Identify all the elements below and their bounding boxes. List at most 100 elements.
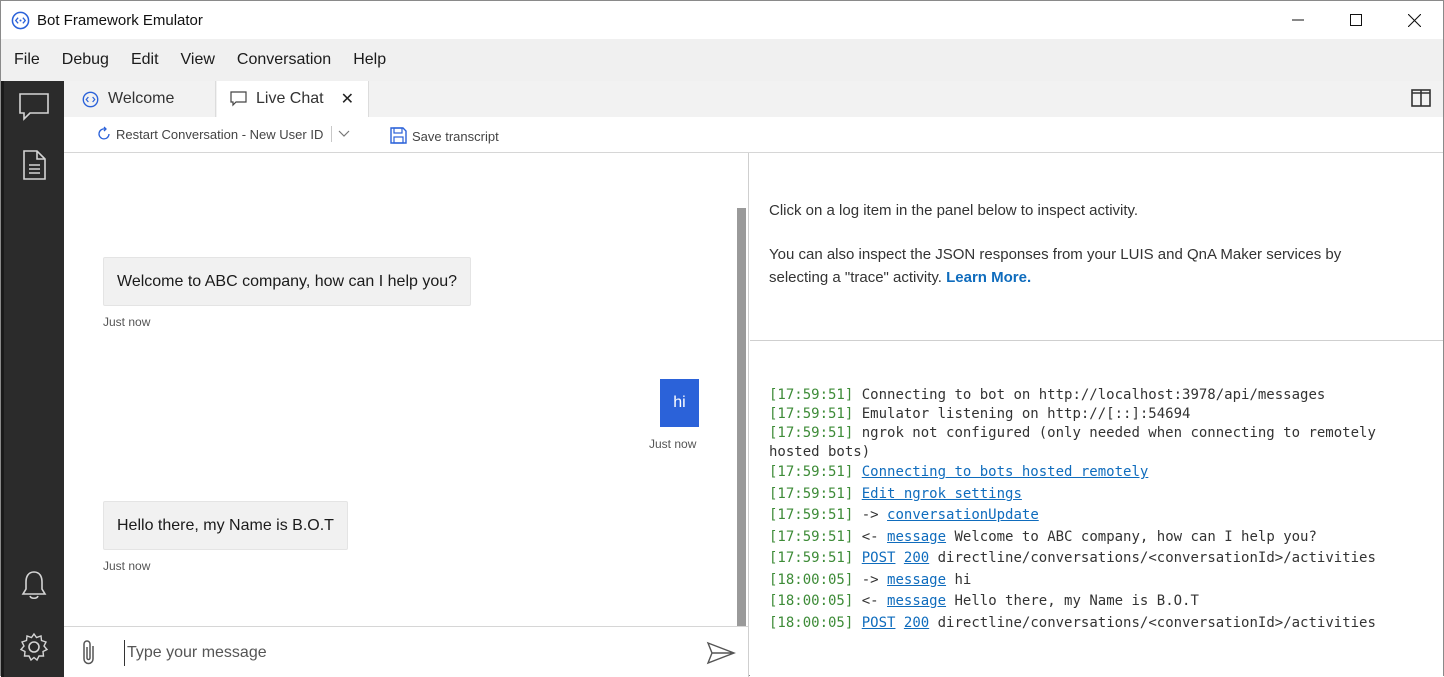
log-link[interactable]: message xyxy=(887,593,946,609)
restart-conversation-button[interactable]: Restart Conversation - New User ID xyxy=(96,126,350,142)
close-icon xyxy=(1407,13,1421,27)
document-icon xyxy=(23,150,46,180)
tab-welcome[interactable]: Welcome xyxy=(66,81,216,117)
log-direction: <- xyxy=(861,593,879,609)
bot-message-text: Hello there, my Name is B.O.T xyxy=(117,516,334,534)
log-text: Hello there, my Name is B.O.T xyxy=(954,593,1199,609)
log-entry[interactable]: [17:59:51] Connecting to bots hosted rem… xyxy=(769,464,1148,480)
chat-pane: Welcome to ABC company, how can I help y… xyxy=(64,153,749,677)
activity-notifications-button[interactable] xyxy=(16,567,52,603)
tab-close-button[interactable]: ✕ xyxy=(341,89,354,109)
menu-view[interactable]: View xyxy=(170,51,226,69)
log-pane: [17:59:51] Connecting to bot on http://l… xyxy=(750,342,1443,677)
minimize-button[interactable] xyxy=(1269,1,1327,39)
activity-chat-button[interactable] xyxy=(16,89,52,125)
log-text: hosted bots) xyxy=(769,444,871,460)
message-input[interactable] xyxy=(124,640,684,666)
close-window-button[interactable] xyxy=(1385,1,1443,39)
learn-more-link[interactable]: Learn More. xyxy=(946,269,1031,286)
log-timestamp: [17:59:51] xyxy=(769,406,854,422)
log-entry[interactable]: [18:00:05] <- message Hello there, my Na… xyxy=(769,593,1199,609)
log-entry[interactable]: [17:59:51] Emulator listening on http://… xyxy=(769,406,1190,422)
log-link[interactable]: Edit ngrok settings xyxy=(862,486,1022,502)
log-link[interactable]: conversationUpdate xyxy=(887,507,1039,523)
tab-bar: Welcome Live Chat ✕ xyxy=(64,81,1443,117)
chat-scrollbar[interactable] xyxy=(737,208,746,626)
save-transcript-button[interactable]: Save transcript xyxy=(390,127,499,145)
toolbar-divider xyxy=(331,126,333,142)
inspector-hint-text: selecting a "trace" activity. xyxy=(769,269,942,286)
log-timestamp: [17:59:51] xyxy=(769,507,854,523)
app-window: Bot Framework Emulator File Debug Edit V… xyxy=(0,0,1444,677)
log-entry[interactable]: [17:59:51] Connecting to bot on http://l… xyxy=(769,387,1325,403)
log-text: Welcome to ABC company, how can I help y… xyxy=(954,529,1317,545)
log-entry[interactable]: [17:59:51] POST 200 directline/conversat… xyxy=(769,550,1376,566)
log-link[interactable]: message xyxy=(887,572,946,588)
tab-live-chat-label: Live Chat xyxy=(256,90,324,107)
log-status-link[interactable]: 200 xyxy=(904,615,929,631)
menu-edit[interactable]: Edit xyxy=(120,51,170,69)
log-entry[interactable]: [17:59:51] <- message Welcome to ABC com… xyxy=(769,529,1317,545)
log-text: directline/conversations/<conversationId… xyxy=(937,550,1376,566)
log-text: directline/conversations/<conversationId… xyxy=(937,615,1376,631)
log-link[interactable]: message xyxy=(887,529,946,545)
bot-framework-logo-icon xyxy=(82,90,100,108)
log-entry[interactable]: [17:59:51] -> conversationUpdate xyxy=(769,507,1039,523)
tab-live-chat[interactable]: Live Chat ✕ xyxy=(217,81,369,117)
log-entry[interactable]: [17:59:51] Edit ngrok settings xyxy=(769,486,1022,502)
maximize-button[interactable] xyxy=(1327,1,1385,39)
message-timestamp: Just now xyxy=(103,559,151,573)
user-message-bubble: hi xyxy=(660,379,699,427)
tab-welcome-label: Welcome xyxy=(108,90,175,107)
log-link[interactable]: Connecting to bots hosted remotely xyxy=(862,464,1149,480)
bell-icon xyxy=(21,571,47,600)
menu-bar: File Debug Edit View Conversation Help xyxy=(1,39,1443,81)
message-input-bar xyxy=(64,626,748,677)
chat-icon xyxy=(19,93,49,121)
log-link[interactable]: POST xyxy=(862,550,896,566)
menu-file[interactable]: File xyxy=(3,51,51,69)
log-timestamp: [18:00:05] xyxy=(769,572,854,588)
log-direction: <- xyxy=(861,529,879,545)
title-bar: Bot Framework Emulator xyxy=(1,1,1443,39)
log-direction: -> xyxy=(861,572,879,588)
bot-framework-logo-icon xyxy=(11,11,30,30)
message-timestamp: Just now xyxy=(103,315,151,329)
log-timestamp: [18:00:05] xyxy=(769,593,854,609)
log-status-link[interactable]: 200 xyxy=(904,550,929,566)
inspector-pane: Click on a log item in the panel below t… xyxy=(750,153,1443,341)
log-timestamp: [18:00:05] xyxy=(769,615,854,631)
log-entry[interactable]: [18:00:05] -> message hi xyxy=(769,572,971,588)
chat-icon xyxy=(230,90,248,108)
activity-transcript-button[interactable] xyxy=(16,147,52,183)
paperclip-icon[interactable] xyxy=(78,639,100,667)
split-view-icon[interactable] xyxy=(1411,89,1431,107)
activity-bar xyxy=(1,81,64,677)
log-text: hi xyxy=(954,572,972,588)
log-timestamp: [17:59:51] xyxy=(769,529,854,545)
log-link[interactable]: POST xyxy=(862,615,896,631)
menu-help[interactable]: Help xyxy=(342,51,397,69)
gear-icon xyxy=(19,632,49,662)
bot-message-bubble: Welcome to ABC company, how can I help y… xyxy=(103,257,472,306)
inspector-hint: You can also inspect the JSON responses … xyxy=(769,246,1342,263)
send-icon[interactable] xyxy=(706,641,736,665)
save-icon xyxy=(390,127,407,144)
chevron-down-icon[interactable] xyxy=(338,130,350,138)
log-timestamp: [17:59:51] xyxy=(769,387,854,403)
restart-conversation-label: Restart Conversation - New User ID xyxy=(116,126,324,142)
menu-debug[interactable]: Debug xyxy=(51,51,120,69)
bot-message-bubble: Hello there, my Name is B.O.T xyxy=(103,501,348,550)
user-message-text: hi xyxy=(673,394,686,411)
activity-settings-button[interactable] xyxy=(16,629,52,665)
conversation-toolbar: Restart Conversation - New User ID Save … xyxy=(64,117,1443,153)
log-timestamp: [17:59:51] xyxy=(769,550,854,566)
save-transcript-label: Save transcript xyxy=(412,128,499,144)
log-text: Emulator listening on http://[::]:54694 xyxy=(853,406,1191,422)
minimize-icon xyxy=(1292,19,1304,21)
window-title: Bot Framework Emulator xyxy=(37,12,203,29)
log-entry[interactable]: [17:59:51] ngrok not configured (only ne… xyxy=(769,425,1376,441)
menu-conversation[interactable]: Conversation xyxy=(226,51,342,69)
log-entry[interactable]: [18:00:05] POST 200 directline/conversat… xyxy=(769,615,1376,631)
inspector-hint: selecting a "trace" activity. Learn More… xyxy=(769,269,1031,286)
